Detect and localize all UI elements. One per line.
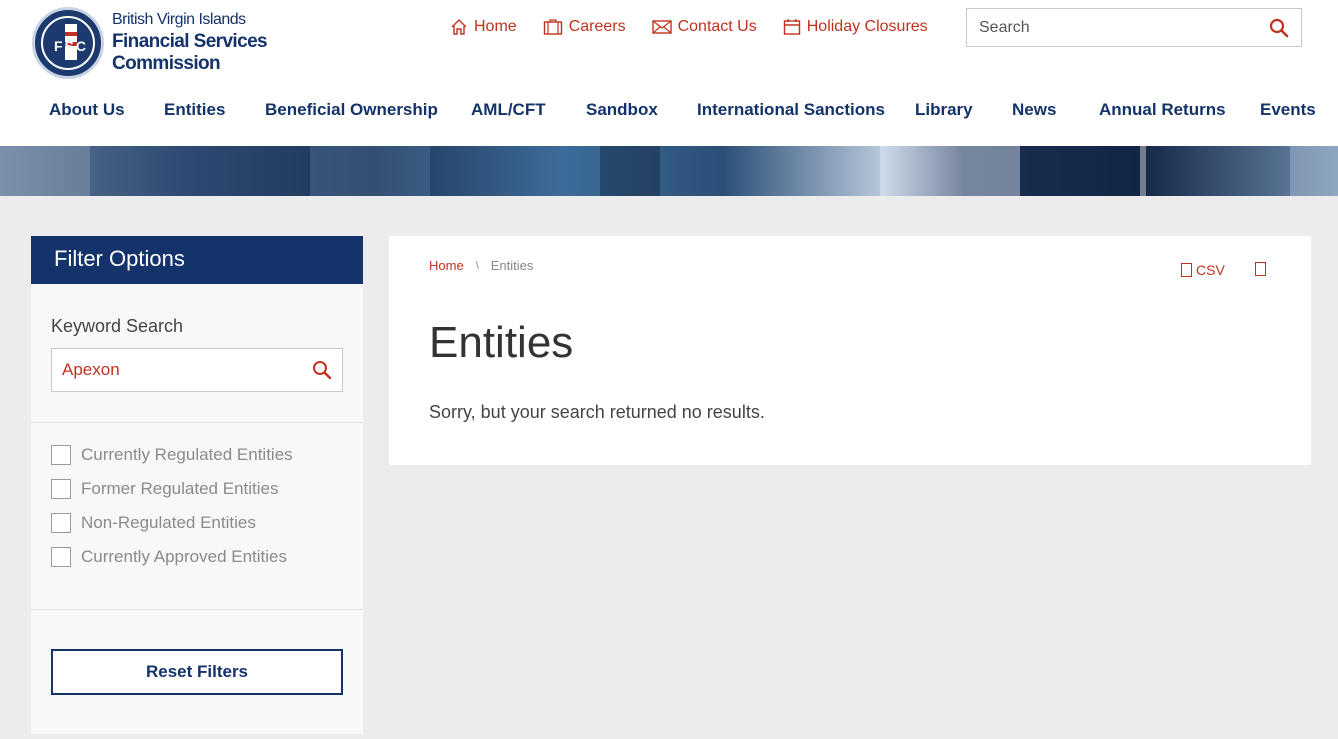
nav-international-sanctions[interactable]: International Sanctions — [697, 100, 885, 120]
filter-label: Currently Regulated Entities — [81, 445, 293, 464]
hero-banner-image — [0, 146, 1338, 196]
nav-annual-returns[interactable]: Annual Returns — [1099, 100, 1226, 120]
nav-sandbox[interactable]: Sandbox — [586, 100, 658, 120]
briefcase-icon — [543, 19, 562, 35]
calendar-icon — [783, 19, 800, 35]
breadcrumb-current: Entities — [490, 258, 534, 273]
divider — [31, 422, 363, 423]
checkbox[interactable] — [51, 479, 71, 499]
search-input[interactable] — [967, 9, 1257, 46]
no-results-message: Sorry, but your search returned no resul… — [429, 402, 765, 422]
print-button[interactable] — [1255, 262, 1270, 276]
filter-label: Currently Approved Entities — [81, 547, 287, 566]
nav-beneficial-ownership[interactable]: Beneficial Ownership — [265, 100, 438, 120]
filter-former-regulated[interactable]: Former Regulated Entities — [51, 479, 278, 499]
logo-line-2: Financial Services Commission — [112, 31, 268, 74]
site-header: FSC British Virgin Islands Financial Ser… — [0, 0, 1338, 146]
utility-contact-link[interactable]: Contact Us — [651, 18, 757, 36]
csv-icon — [1181, 263, 1192, 277]
divider — [31, 609, 363, 610]
filter-sidebar: Filter Options Keyword Search Currently … — [31, 236, 363, 734]
filter-label: Non-Regulated Entities — [81, 513, 256, 532]
reset-filters-button[interactable]: Reset Filters — [51, 649, 343, 695]
nav-library[interactable]: Library — [915, 100, 973, 120]
csv-export-button[interactable]: CSV — [1181, 262, 1225, 278]
filter-currently-regulated[interactable]: Currently Regulated Entities — [51, 445, 293, 465]
filter-label: Former Regulated Entities — [81, 479, 279, 498]
nav-events[interactable]: Events — [1260, 100, 1316, 120]
utility-holiday-label: Holiday Closures — [806, 18, 928, 35]
search-icon[interactable] — [312, 360, 332, 380]
keyword-search-box — [51, 348, 343, 392]
checkbox[interactable] — [51, 513, 71, 533]
utility-careers-label: Careers — [568, 18, 626, 35]
nav-aml-cft[interactable]: AML/CFT — [471, 100, 546, 120]
logo-line-1: British Virgin Islands — [112, 11, 246, 28]
utility-careers-link[interactable]: Careers — [543, 18, 626, 36]
nav-entities[interactable]: Entities — [164, 100, 225, 120]
csv-label: CSV — [1196, 262, 1225, 278]
nav-news[interactable]: News — [1012, 100, 1056, 120]
print-icon — [1255, 262, 1266, 276]
keyword-search-label: Keyword Search — [51, 316, 184, 336]
filter-non-regulated[interactable]: Non-Regulated Entities — [51, 513, 256, 533]
page-title: Entities — [429, 318, 574, 367]
utility-holiday-link[interactable]: Holiday Closures — [783, 18, 928, 36]
utility-home-label: Home — [474, 18, 517, 35]
results-panel: Home \ Entities CSV Entities Sorry, but … — [389, 236, 1311, 465]
utility-home-link[interactable]: Home — [450, 18, 517, 36]
utility-nav: Home Careers Contact Us Holiday Closures — [450, 18, 954, 36]
nav-about-us[interactable]: About Us — [49, 100, 125, 120]
utility-contact-label: Contact Us — [677, 18, 757, 35]
home-icon — [451, 19, 467, 35]
search-icon[interactable] — [1269, 18, 1289, 38]
filter-options-title: Filter Options — [31, 236, 363, 284]
breadcrumb-home-link[interactable]: Home — [429, 258, 464, 273]
site-logo[interactable]: FSC British Virgin Islands Financial Ser… — [32, 7, 332, 79]
site-search — [966, 8, 1302, 47]
seal-text: FSC — [54, 38, 88, 54]
breadcrumb: Home \ Entities — [429, 258, 533, 273]
filter-currently-approved[interactable]: Currently Approved Entities — [51, 547, 287, 567]
envelope-icon — [651, 20, 672, 34]
checkbox[interactable] — [51, 547, 71, 567]
fsc-seal-icon: FSC — [32, 7, 104, 79]
keyword-search-input[interactable] — [52, 349, 292, 391]
breadcrumb-separator: \ — [475, 259, 479, 272]
checkbox[interactable] — [51, 445, 71, 465]
